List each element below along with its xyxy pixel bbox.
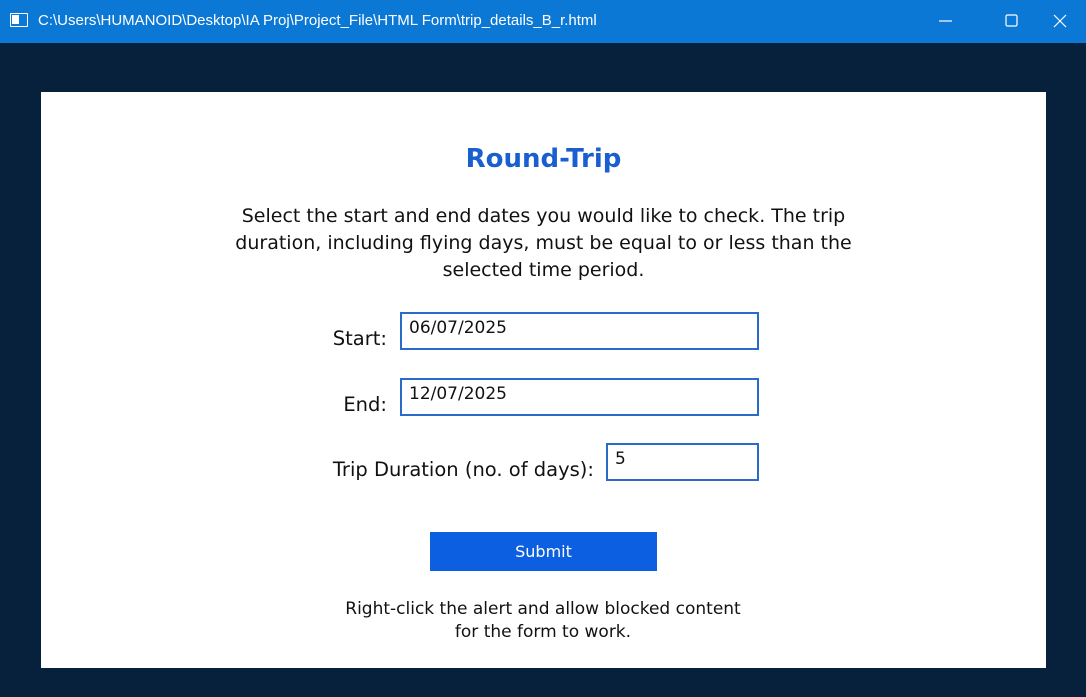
form-page: Round-Trip Select the start and end date… [41, 92, 1046, 668]
maximize-icon [1005, 14, 1018, 27]
end-date-label: End: [343, 393, 387, 416]
submit-button[interactable]: Submit [430, 532, 657, 571]
start-date-label: Start: [332, 327, 387, 350]
minimize-icon [939, 20, 952, 22]
app-window-icon [10, 13, 28, 27]
instructions-text: Select the start and end dates you would… [235, 205, 852, 281]
browser-window: C:\Users\HUMANOID\Desktop\IA Proj\Projec… [0, 0, 1086, 697]
trip-duration-input[interactable]: 5 [606, 443, 759, 481]
end-date-input[interactable]: 12/07/2025 [400, 378, 759, 416]
close-button[interactable] [1030, 0, 1086, 43]
blocked-content-note: Right-click the alert and allow blocked … [345, 599, 741, 642]
page-title: Round-Trip [465, 144, 622, 174]
start-date-input[interactable]: 06/07/2025 [400, 312, 759, 350]
trip-duration-label: Trip Duration (no. of days): [332, 458, 594, 481]
window-title: C:\Users\HUMANOID\Desktop\IA Proj\Projec… [38, 12, 597, 29]
close-icon [1053, 14, 1067, 28]
minimize-button[interactable] [916, 0, 976, 43]
title-bar[interactable]: C:\Users\HUMANOID\Desktop\IA Proj\Projec… [0, 0, 1086, 43]
